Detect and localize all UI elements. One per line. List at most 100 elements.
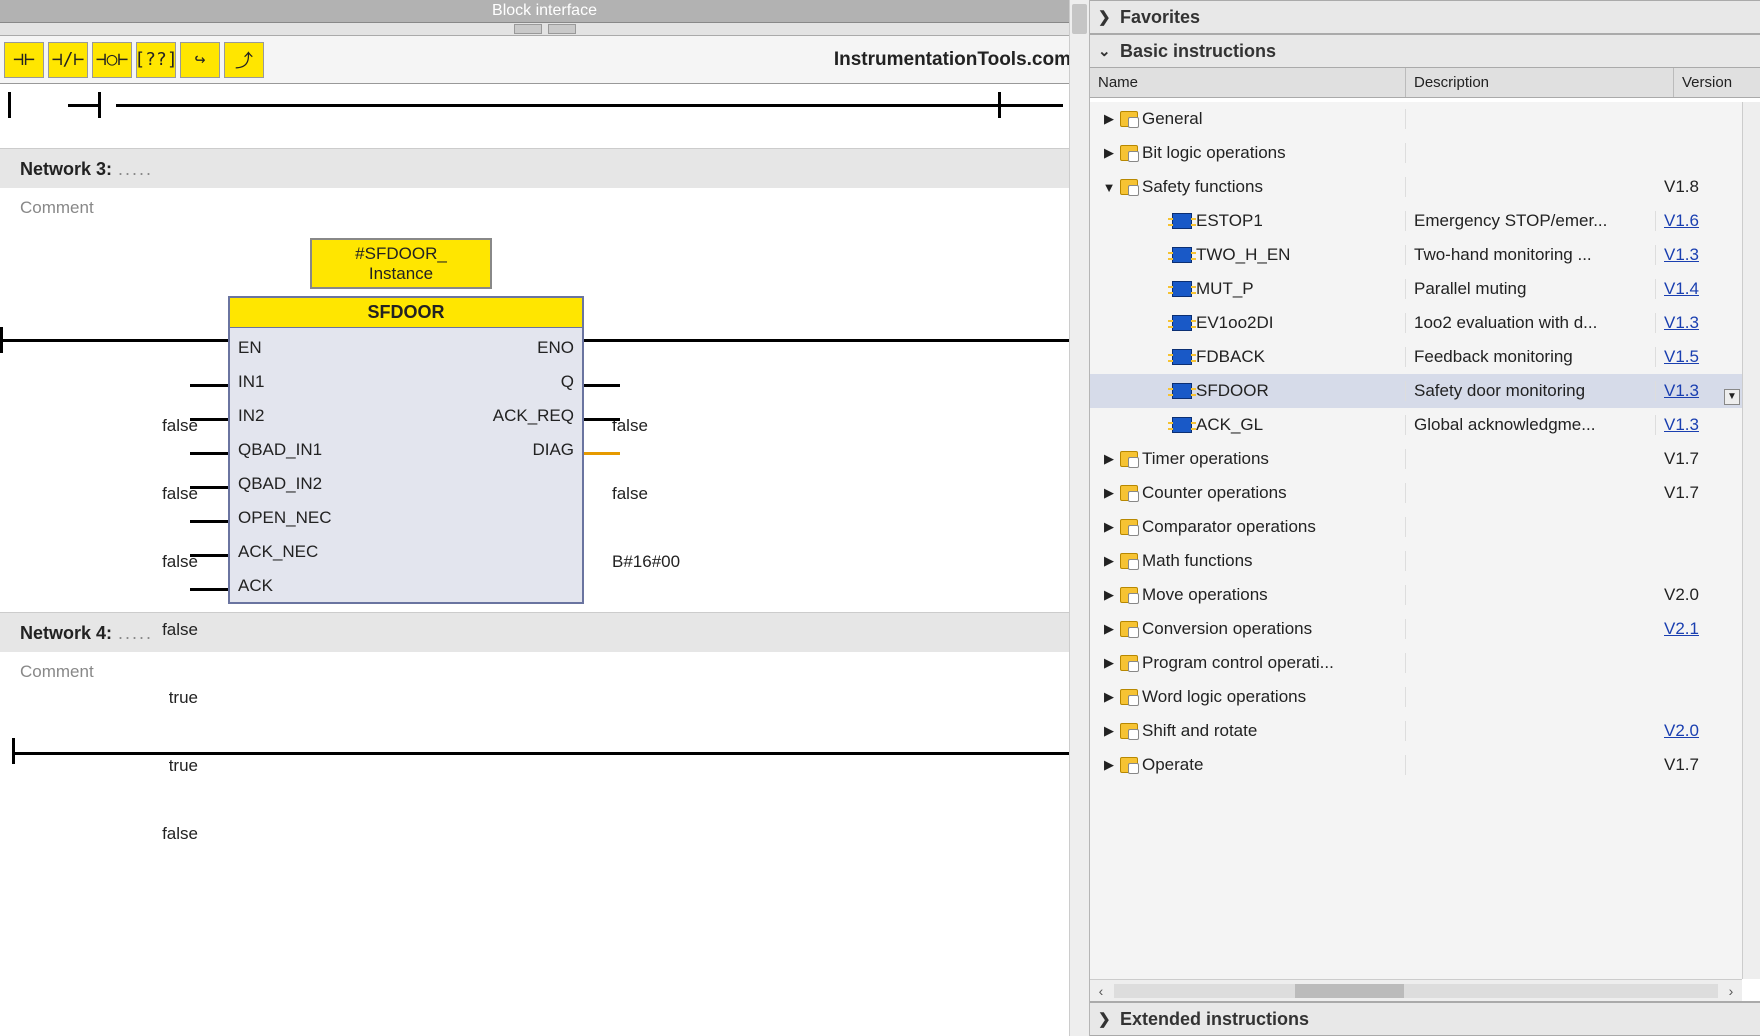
tree-item-version[interactable]: V1.3 [1656, 415, 1742, 435]
port-ACK_REQ-value[interactable]: false [612, 484, 648, 504]
port-QBAD_IN1[interactable]: QBAD_IN1false [238, 440, 322, 460]
tree-row-MUT-P[interactable]: MUT_PParallel mutingV1.4 [1090, 272, 1742, 306]
editor-vertical-scrollbar[interactable] [1069, 0, 1089, 1036]
expander-icon[interactable]: ▶ [1102, 519, 1116, 535]
port-ENO[interactable]: ENO [537, 338, 574, 358]
ladder-tool-4[interactable]: ↪ [180, 42, 220, 78]
network-4-comment[interactable]: Comment [0, 652, 1089, 696]
port-DIAG[interactable]: DIAGB#16#00 [532, 440, 574, 460]
tree-row-Timer-operations[interactable]: ▶ Timer operationsV1.7 [1090, 442, 1742, 476]
port-ACK_REQ[interactable]: ACK_REQfalse [493, 406, 574, 426]
watermark-text: InstrumentationTools.com [834, 49, 1071, 71]
tree-row-Word-logic-operations[interactable]: ▶ Word logic operations [1090, 680, 1742, 714]
port-QBAD_IN2-value[interactable]: false [162, 620, 198, 640]
editor-body[interactable]: Network 3:..... Comment #SFDOOR_ Instanc… [0, 84, 1089, 1036]
extended-instructions-accordion[interactable]: ❯ Extended instructions [1090, 1002, 1760, 1036]
tree-item-label: SFDOOR [1196, 381, 1269, 401]
tree-row-TWO-H-EN[interactable]: TWO_H_ENTwo-hand monitoring ...V1.3 [1090, 238, 1742, 272]
tree-item-version[interactable]: V2.0 [1656, 721, 1742, 741]
ladder-tool-3[interactable]: [??] [136, 42, 176, 78]
port-OPEN_NEC[interactable]: OPEN_NECtrue [238, 508, 332, 528]
favorites-accordion[interactable]: ❯ Favorites [1090, 0, 1760, 34]
expander-icon[interactable]: ▶ [1102, 757, 1116, 773]
tree-item-version[interactable]: V1.3 [1656, 313, 1742, 333]
network-3-header[interactable]: Network 3:..... [0, 148, 1089, 188]
tree-item-version[interactable]: V2.1 [1656, 619, 1742, 639]
tree-item-version[interactable]: V1.3 [1656, 245, 1742, 265]
tree-item-version: V2.0 [1656, 585, 1742, 605]
ladder-tool-1[interactable]: ⊣/⊢ [48, 42, 88, 78]
port-IN1[interactable]: IN1false [238, 372, 264, 392]
col-header-description[interactable]: Description [1406, 68, 1674, 97]
tree-row-Safety-functions[interactable]: ▼ Safety functionsV1.8 [1090, 170, 1742, 204]
basic-instructions-accordion[interactable]: ⌄ Basic instructions [1090, 34, 1760, 68]
tree-row-FDBACK[interactable]: FDBACKFeedback monitoringV1.5 [1090, 340, 1742, 374]
tree-item-label: Shift and rotate [1142, 721, 1257, 741]
expander-icon[interactable]: ▶ [1102, 485, 1116, 501]
ladder-tool-0[interactable]: ⊣⊢ [4, 42, 44, 78]
tree-row-Bit-logic-operations[interactable]: ▶ Bit logic operations [1090, 136, 1742, 170]
tree-row-EV1oo2DI[interactable]: EV1oo2DI1oo2 evaluation with d...V1.3 [1090, 306, 1742, 340]
expander-icon[interactable]: ▶ [1102, 621, 1116, 637]
tree-row-Counter-operations[interactable]: ▶ Counter operationsV1.7 [1090, 476, 1742, 510]
network-3-label: Network 3: [20, 159, 112, 179]
tree-row-Operate[interactable]: ▶ OperateV1.7 [1090, 748, 1742, 782]
tree-vertical-scrollbar[interactable] [1742, 102, 1760, 979]
expander-icon[interactable]: ▶ [1102, 451, 1116, 467]
col-header-name[interactable]: Name [1090, 68, 1406, 97]
folder-icon [1120, 587, 1138, 603]
tree-row-ACK-GL[interactable]: ACK_GLGlobal acknowledgme...V1.3 [1090, 408, 1742, 442]
port-ACK-value[interactable]: false [162, 824, 198, 844]
instance-db-box[interactable]: #SFDOOR_ Instance [310, 238, 492, 289]
port-DIAG-value[interactable]: B#16#00 [612, 552, 680, 572]
port-QBAD_IN2[interactable]: QBAD_IN2false [238, 474, 322, 494]
expander-icon[interactable]: ▶ [1102, 145, 1116, 161]
sfdoor-block[interactable]: SFDOOR ENIN1falseIN2falseQBAD_IN1falseQB… [228, 296, 584, 604]
scroll-right-icon[interactable]: › [1720, 983, 1742, 999]
expander-icon[interactable]: ▶ [1102, 723, 1116, 739]
tree-row-ESTOP1[interactable]: ESTOP1Emergency STOP/emer...V1.6 [1090, 204, 1742, 238]
port-ACK[interactable]: ACKfalse [238, 576, 273, 596]
expander-icon[interactable]: ▶ [1102, 689, 1116, 705]
folder-icon [1120, 519, 1138, 535]
function-block-icon [1172, 349, 1192, 365]
tree-row-Comparator-operations[interactable]: ▶ Comparator operations [1090, 510, 1742, 544]
tree-row-General[interactable]: ▶ General [1090, 102, 1742, 136]
function-block-icon [1172, 281, 1192, 297]
tree-row-SFDOOR[interactable]: SFDOORSafety door monitoringV1.3▼ [1090, 374, 1742, 408]
function-block-icon [1172, 383, 1192, 399]
network-3-comment[interactable]: Comment [0, 188, 1089, 232]
tree-item-label: Timer operations [1142, 449, 1269, 469]
ladder-toolbar: ⊣⊢⊣/⊢⊣○⊢[??]↪⤴ InstrumentationTools.com [0, 36, 1089, 84]
tree-row-Program-control-operati-[interactable]: ▶ Program control operati... [1090, 646, 1742, 680]
expander-icon[interactable]: ▼ [1102, 180, 1116, 195]
tree-row-Shift-and-rotate[interactable]: ▶ Shift and rotate V2.0 [1090, 714, 1742, 748]
splitter-control[interactable] [0, 23, 1089, 36]
tree-row-Move-operations[interactable]: ▶ Move operationsV2.0 [1090, 578, 1742, 612]
expander-icon[interactable]: ▶ [1102, 111, 1116, 127]
tree-item-label: Safety functions [1142, 177, 1263, 197]
scroll-left-icon[interactable]: ‹ [1090, 983, 1112, 999]
port-ACK_NEC[interactable]: ACK_NECtrue [238, 542, 318, 562]
port-IN2[interactable]: IN2false [238, 406, 264, 426]
tree-row-Math-functions[interactable]: ▶ Math functions [1090, 544, 1742, 578]
network-4-ladder[interactable] [0, 696, 1089, 816]
tree-item-version[interactable]: V1.4 [1656, 279, 1742, 299]
expander-icon[interactable]: ▶ [1102, 553, 1116, 569]
expander-icon[interactable]: ▶ [1102, 587, 1116, 603]
ladder-tool-2[interactable]: ⊣○⊢ [92, 42, 132, 78]
tree-item-label: Bit logic operations [1142, 143, 1286, 163]
port-EN[interactable]: EN [238, 338, 262, 358]
ladder-tool-5[interactable]: ⤴ [224, 42, 264, 78]
port-Q[interactable]: Qfalse [561, 372, 574, 392]
tree-item-version[interactable]: V1.3▼ [1656, 381, 1742, 401]
tree-item-version[interactable]: V1.5 [1656, 347, 1742, 367]
tree-horizontal-scrollbar[interactable]: ‹ › [1090, 979, 1742, 1001]
tree-item-version[interactable]: V1.6 [1656, 211, 1742, 231]
network-3-ladder[interactable]: #SFDOOR_ Instance SFDOOR ENIN1falseIN2fa… [0, 232, 1089, 612]
version-dropdown-icon[interactable]: ▼ [1724, 389, 1740, 405]
expander-icon[interactable]: ▶ [1102, 655, 1116, 671]
folder-icon [1120, 145, 1138, 161]
col-header-version[interactable]: Version [1674, 68, 1760, 97]
tree-row-Conversion-operations[interactable]: ▶ Conversion operationsV2.1 [1090, 612, 1742, 646]
